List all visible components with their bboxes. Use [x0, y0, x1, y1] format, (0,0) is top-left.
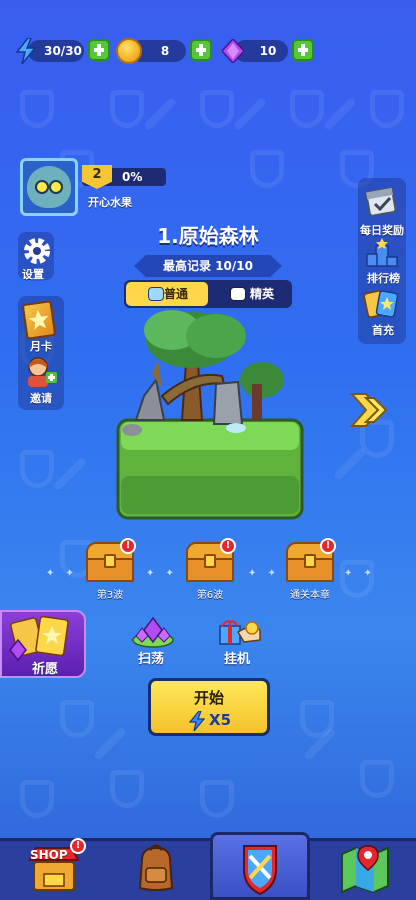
add-coins-button[interactable] [190, 39, 212, 61]
chest-chapter-clear-label: 通关本章 [290, 590, 330, 601]
gem-icon [222, 39, 244, 63]
stage-island[interactable] [112, 300, 308, 524]
lock-icon [104, 554, 116, 568]
chest-alert-badge: ! [320, 538, 336, 554]
gift-coin-icon [219, 620, 261, 645]
lightning-icon [15, 38, 37, 64]
chest-chapter-clear[interactable]: ! [286, 538, 336, 584]
add-energy-button[interactable] [88, 39, 110, 61]
nav-map[interactable] [338, 842, 392, 894]
wish-label: 祈愿 [32, 662, 59, 677]
backpack-icon [138, 844, 174, 891]
add-gems-button[interactable] [292, 39, 314, 61]
idle-button[interactable]: 挂机 [214, 616, 264, 667]
gem-value: 10 [259, 44, 277, 58]
daily-reward-button[interactable] [364, 186, 400, 222]
nav-shop[interactable]: SHOP ! [26, 838, 86, 894]
chest-wave-3[interactable]: ! [86, 538, 136, 584]
calendar-check-icon [365, 187, 397, 217]
chest-alert-badge: ! [220, 538, 236, 554]
next-stage-arrow[interactable] [349, 392, 394, 428]
lock-icon [304, 554, 316, 568]
start-button[interactable]: 开始 X5 [148, 678, 270, 736]
chest-track-dots-3: ✦ ✦ [248, 568, 280, 579]
chest-wave-6-label: 第6波 [196, 590, 224, 601]
crossed-swords-shield-icon [243, 845, 277, 896]
player-avatar[interactable] [20, 158, 78, 216]
sweep-button[interactable]: 扫荡 [130, 616, 176, 667]
first-recharge-button[interactable] [363, 288, 400, 320]
coin-value: 8 [160, 44, 170, 58]
leaderboard-label: 排行榜 [367, 272, 400, 285]
chest-track-dots: ✦ ✦ [46, 568, 78, 579]
monthly-card-label: 月卡 [30, 340, 52, 353]
start-label: 开始 [193, 689, 224, 707]
start-energy-cost: X5 [209, 711, 232, 729]
invite-button[interactable] [24, 356, 58, 388]
level-progress-text: 0% [122, 170, 143, 184]
first-recharge-label: 首充 [372, 324, 394, 337]
cards-icon [363, 290, 399, 318]
monthly-card-button[interactable] [21, 300, 57, 340]
double-chevron-right-icon [349, 393, 388, 427]
invite-icon [28, 357, 57, 387]
chest-track-dots-2: ✦ ✦ [146, 568, 178, 579]
nav-backpack[interactable] [130, 842, 182, 894]
energy-counter: 30/30 [14, 38, 110, 64]
wish-button[interactable]: 祈愿 [0, 610, 86, 678]
chest-wave-3-label: 第3波 [96, 590, 124, 601]
sweep-label: 扫荡 [138, 652, 165, 667]
stage-title: 1.原始森林 [157, 224, 259, 248]
chest-track-dots-4: ✦ ✦ [344, 568, 376, 579]
forest-island-illustration [116, 310, 304, 520]
shop-alert-badge: ! [70, 838, 86, 854]
monster-face-icon [27, 166, 71, 208]
star-icon [28, 310, 49, 330]
lightning-icon [189, 711, 205, 731]
coin-counter: 8 [116, 38, 212, 64]
gem-pile-icon [132, 616, 174, 648]
wish-cards-icon [9, 615, 69, 662]
map-icon [341, 845, 389, 894]
elite-devil-icon [230, 287, 246, 301]
normal-face-icon [148, 287, 164, 301]
mode-normal-label: 普通 [164, 287, 189, 301]
best-record: 最高记录 10/10 [134, 255, 282, 277]
lock-icon [204, 554, 216, 568]
chest-wave-6[interactable]: ! [186, 538, 236, 584]
settings-label: 设置 [22, 268, 44, 281]
energy-value: 30/30 [44, 44, 82, 58]
player-name: 开心水果 [88, 196, 132, 209]
idle-label: 挂机 [224, 652, 251, 667]
nav-battle[interactable] [234, 840, 286, 896]
shop-sign: SHOP [30, 848, 68, 862]
coin-icon [116, 38, 142, 64]
chest-alert-badge: ! [120, 538, 136, 554]
gem-counter: 10 [220, 38, 314, 64]
mode-elite-label: 精英 [250, 287, 275, 301]
invite-label: 邀请 [30, 392, 52, 405]
